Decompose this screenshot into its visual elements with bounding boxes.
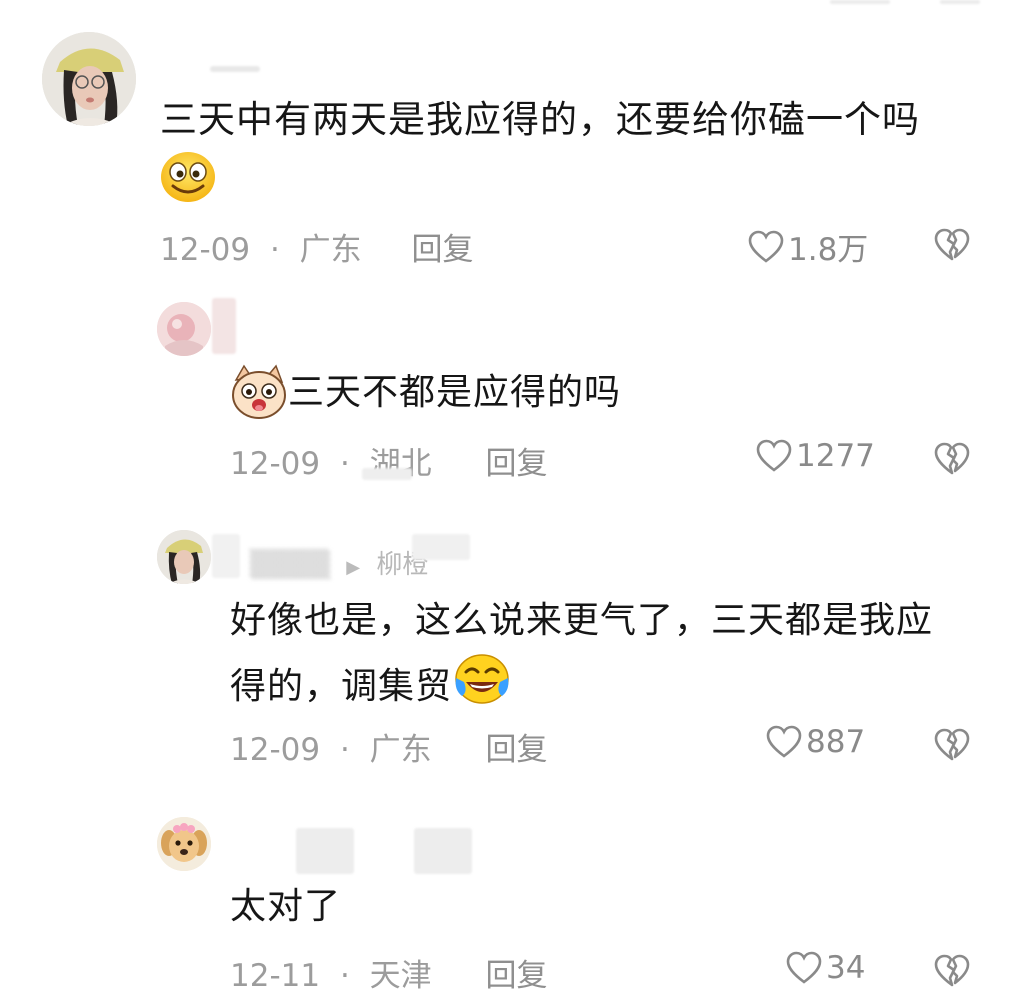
heart-icon [786, 951, 822, 984]
shocked-dog-emoji-icon [230, 364, 288, 424]
comment-date: 12-09 [160, 232, 251, 268]
comment-date: 12-09 [230, 732, 321, 768]
like-count: 34 [826, 950, 866, 986]
comment-meta: 12-11 · 天津 回复 [230, 950, 548, 995]
heart-icon [756, 439, 792, 472]
like-count: 1277 [796, 438, 875, 474]
meta-separator: · [339, 732, 350, 768]
username-row: ▒▒▒▒ ▶ 柳橙 [250, 544, 428, 581]
smile-emoji-icon [159, 150, 217, 208]
reply-button[interactable]: 回复 [486, 446, 548, 482]
username-redacted [412, 534, 470, 560]
meta-separator: · [339, 958, 350, 994]
avatar[interactable] [157, 817, 211, 871]
comment-location: 广东 [299, 232, 362, 268]
like-button[interactable]: 34 [786, 950, 865, 986]
avatar-pink-image [157, 302, 211, 356]
broken-heart-icon [934, 728, 970, 761]
top-edge-remnant [830, 0, 890, 4]
comment-date: 12-09 [230, 446, 321, 482]
comment-location: 广东 [369, 732, 432, 768]
comment-text: 得的，调集贸 [230, 666, 453, 708]
comment-text: 三天不都是应得的吗 [288, 372, 622, 413]
avatar[interactable] [157, 302, 211, 356]
reply-button[interactable]: 回复 [486, 732, 548, 768]
comment-text: 太对了 [230, 886, 342, 927]
avatar[interactable] [42, 32, 136, 126]
dislike-button[interactable] [934, 442, 970, 480]
redaction-smear [362, 468, 412, 480]
username-redacted [414, 828, 472, 874]
like-button[interactable]: 887 [766, 724, 865, 760]
avatar-girl-image [157, 530, 211, 584]
comment-date: 12-11 [230, 958, 321, 994]
heart-icon [748, 230, 784, 263]
like-count: 1.8万 [788, 232, 869, 268]
like-count: 887 [806, 724, 866, 760]
avatar-girl-image [42, 32, 136, 126]
username-redacted [296, 828, 354, 874]
meta-separator: · [269, 232, 280, 268]
avatar[interactable] [157, 530, 211, 584]
dislike-button[interactable] [934, 228, 970, 266]
like-button[interactable]: 1.8万 [748, 224, 868, 269]
username-blurred: ▒▒▒▒ [250, 550, 330, 580]
dislike-button[interactable] [934, 728, 970, 766]
heart-icon [766, 725, 802, 758]
comment-meta: 12-09 · 广东 回复 [160, 224, 474, 269]
avatar-puppy-image [157, 817, 211, 871]
broken-heart-icon [934, 228, 970, 261]
laugh-cry-emoji-icon [452, 652, 510, 724]
top-edge-remnant [940, 0, 980, 4]
comment-location: 天津 [369, 958, 432, 994]
username-redacted [212, 534, 240, 578]
username-redacted [212, 298, 236, 354]
like-button[interactable]: 1277 [756, 438, 875, 474]
username-redacted [210, 66, 260, 72]
reply-button[interactable]: 回复 [412, 232, 474, 268]
dislike-button[interactable] [934, 954, 970, 992]
comment-text-line2: 得的，调集贸 [230, 652, 510, 724]
comment-text: 三天中有两天是我应得的，还要给你磕一个吗 [160, 98, 920, 141]
comment-meta: 12-09 · 广东 回复 [230, 724, 548, 769]
broken-heart-icon [934, 442, 970, 475]
reply-button[interactable]: 回复 [486, 958, 548, 994]
reply-arrow-icon: ▶ [346, 557, 361, 578]
meta-separator: · [339, 446, 350, 482]
comment-text-line1: 好像也是，这么说来更气了，三天都是我应 [230, 600, 934, 641]
broken-heart-icon [934, 954, 970, 987]
